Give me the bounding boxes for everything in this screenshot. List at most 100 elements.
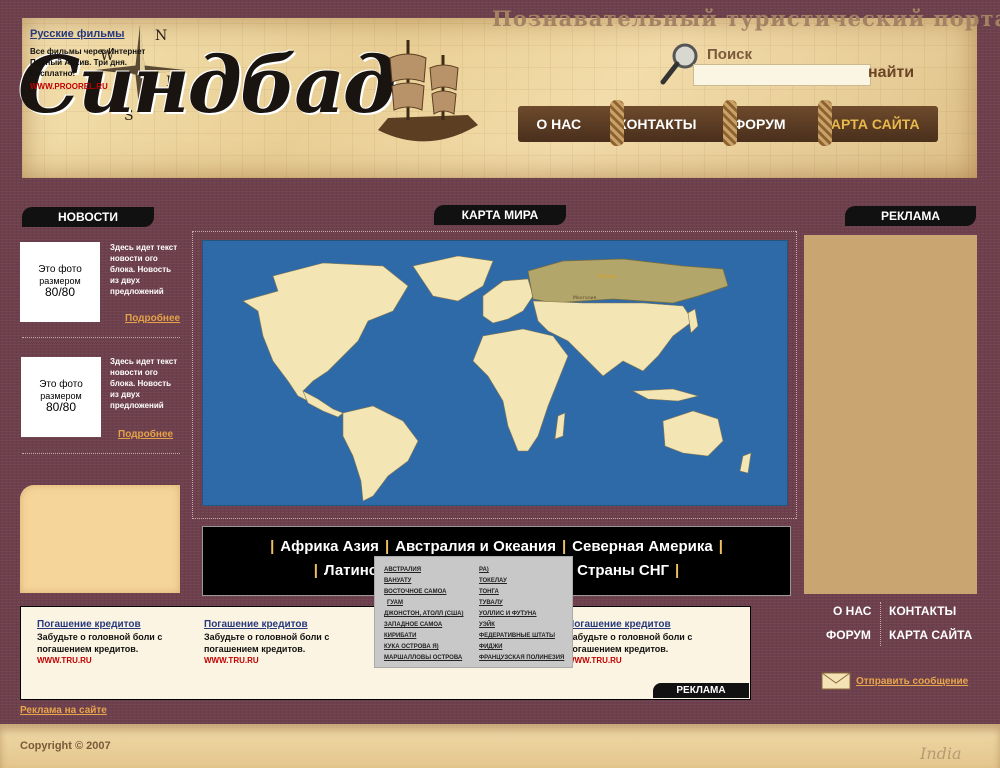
world-map-svg: Россия Монголия [242, 255, 752, 502]
region-oceania[interactable]: Австралия и Океания [395, 538, 556, 555]
dropdown-item[interactable]: ФЕДЕРАТИВНЫЕ ШТАТЫ [479, 631, 564, 642]
rope-divider [723, 100, 737, 146]
right-ad-banner[interactable] [804, 235, 977, 594]
dropdown-item[interactable]: АВСТРАЛИЯ [384, 565, 464, 576]
dropdown-item[interactable]: ФИДЖИ [479, 642, 564, 653]
divider [22, 337, 180, 338]
envelope-icon [821, 672, 851, 690]
films-text: Все фильмы через Интернет Полный Архив. … [30, 47, 146, 78]
nav-forum[interactable]: ФОРУМ [733, 116, 785, 132]
dropdown-item[interactable]: КУКА ОСТРОВА Я) [384, 642, 464, 653]
nav-sitemap[interactable]: КАРТА САЙТА [822, 116, 919, 132]
credit-ad-text: Забудьте о головной боли с погашением кр… [567, 632, 693, 654]
map-north-america[interactable] [242, 262, 409, 402]
region-asia[interactable]: Азия [343, 538, 379, 555]
nav-contacts[interactable]: КОНТАКТЫ [618, 116, 696, 132]
news-tab: НОВОСТИ [22, 207, 154, 227]
credit-ad-title[interactable]: Погашение кредитов [37, 619, 141, 630]
map-japan[interactable] [687, 308, 699, 334]
dropdown-item[interactable]: МАРШАЛЛОВЫ ОСТРОВА [384, 653, 464, 664]
dropdown-item[interactable]: ДЖОНСТОН, АТОЛЛ (США) [384, 609, 464, 620]
news-photo-text: 80/80 [44, 285, 76, 300]
dropdown-item[interactable]: ВОСТОЧНОЕ САМОА [384, 587, 464, 598]
credit-ad-text: Забудьте о головной боли с погашением кр… [204, 632, 330, 654]
region-latin-america[interactable]: Латинс [324, 562, 377, 579]
map-label-mongolia: Монголия [573, 295, 596, 301]
site-ads-link[interactable]: Реклама на сайте [20, 705, 107, 716]
divider [192, 231, 193, 519]
world-map-tab: КАРТА МИРА [434, 205, 566, 225]
divider [192, 231, 796, 232]
map-europe[interactable] [482, 278, 534, 324]
dropdown-item[interactable]: ВАНУАТУ [384, 576, 464, 587]
films-title-link[interactable]: Русские фильмы [30, 28, 125, 40]
credit-ad-url[interactable]: WWW.TRU.RU [204, 656, 259, 665]
credit-ad-title[interactable]: Погашение кредитов [567, 619, 671, 630]
divider [22, 453, 180, 454]
dropdown-column: РА) ТОКЕЛАУ ТОНГА ТУВАЛУ УОЛЛИС И ФУТУНА… [479, 565, 564, 664]
dropdown-item[interactable]: РА) [479, 565, 564, 576]
map-greenland[interactable] [412, 255, 494, 302]
dropdown-item[interactable]: ТУВАЛУ [479, 598, 564, 609]
news-more-link[interactable]: Подробнее [118, 429, 173, 440]
region-north-america[interactable]: Северная Америка [572, 538, 713, 555]
search-input[interactable] [693, 64, 871, 86]
world-map[interactable]: Россия Монголия [202, 240, 788, 506]
search-label: Поиск [707, 46, 753, 63]
map-central-america[interactable] [302, 390, 344, 418]
map-label-russia: Россия [598, 274, 616, 280]
map-africa[interactable] [472, 328, 569, 452]
footer-nav-sitemap[interactable]: КАРТА САЙТА [889, 628, 972, 642]
regions-row: | Африка Азия | Австралия и Океания | Северна… [203, 538, 790, 555]
dropdown-column: АВСТРАЛИЯ ВАНУАТУ ВОСТОЧНОЕ САМОА ГУАМ Д… [384, 565, 464, 664]
credit-ad-url[interactable]: WWW.TRU.RU [37, 656, 92, 665]
map-indonesia[interactable] [631, 388, 700, 402]
send-message-link[interactable]: Отправить сообщение [856, 676, 968, 687]
news-text: Здесь идет текст новости ого блока. Ново… [110, 243, 178, 296]
portal-title: Познавательный туристический портал [492, 6, 1000, 31]
region-africa[interactable]: Африка [280, 538, 338, 555]
news-text: Здесь идет текст новости ого блока. Ново… [110, 357, 178, 410]
divider [880, 602, 881, 646]
news-photo-text: Это фото [38, 264, 82, 276]
dropdown-item[interactable]: ТОКЕЛАУ [479, 576, 564, 587]
separator: | [561, 538, 567, 555]
separator: | [270, 538, 275, 555]
news-more-link[interactable]: Подробнее [125, 313, 180, 324]
dropdown-item[interactable]: ТОНГА [479, 587, 564, 598]
news-photo: Это фото размером 80/80 [20, 242, 100, 322]
rope-divider [610, 100, 624, 146]
credit-ad-title[interactable]: Погашение кредитов [204, 619, 308, 630]
map-south-america[interactable] [342, 405, 419, 502]
ad-tab: РЕКЛАМА [845, 206, 976, 226]
copyright: Copyright © 2007 [20, 740, 111, 752]
dropdown-item[interactable]: ФРАНЦУЗСКАЯ ПОЛИНЕЗИЯ [479, 653, 564, 664]
footer-nav-forum[interactable]: ФОРУМ [826, 628, 871, 642]
map-australia[interactable] [662, 410, 724, 457]
dropdown-item[interactable]: УОЛЛИС И ФУТУНА [479, 609, 564, 620]
dropdown-item[interactable]: ЗАПАДНОЕ САМОА [384, 620, 464, 631]
separator: | [675, 562, 680, 579]
footer-nav-contacts[interactable]: КОНТАКТЫ [889, 604, 956, 618]
separator: | [384, 538, 390, 555]
map-madagascar[interactable] [554, 412, 566, 440]
credit-ad-url[interactable]: WWW.TRU.RU [567, 656, 622, 665]
footer-nav-about[interactable]: О НАС [833, 604, 871, 618]
map-new-zealand[interactable] [739, 452, 752, 474]
divider [192, 518, 796, 519]
nav-about[interactable]: О НАС [536, 116, 581, 132]
search-button[interactable]: найти [868, 64, 914, 82]
separator: | [313, 562, 318, 579]
region-cis[interactable]: Страны СНГ [577, 562, 669, 579]
dropdown-item[interactable]: УЭЙК [479, 620, 564, 631]
dropdown-item[interactable]: ГУАМ [384, 598, 464, 609]
dropdown-item[interactable]: КИРИБАТИ [384, 631, 464, 642]
map-russia[interactable] [527, 258, 729, 304]
news-photo: Это фото размером 80/80 [21, 357, 101, 437]
footer-map-decor: India [920, 744, 962, 763]
ad-strip-tab: РЕКЛАМА [653, 683, 749, 698]
films-url[interactable]: WWW.PROOREL.RU [30, 82, 108, 91]
films-ad-box [20, 485, 180, 593]
top-nav: О НАС КОНТАКТЫ ФОРУМ КАРТА САЙТА [518, 100, 938, 146]
rope-divider [818, 100, 832, 146]
